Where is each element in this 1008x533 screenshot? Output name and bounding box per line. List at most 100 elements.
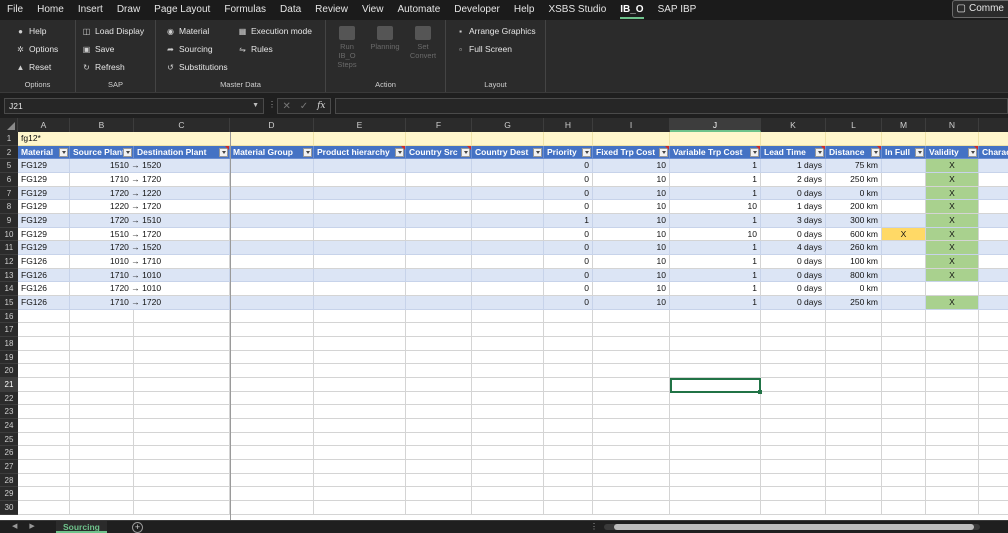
cell[interactable] [926, 391, 979, 406]
table-header-material-group[interactable]: Material Group [230, 145, 314, 160]
variable-trp-cost-cell[interactable]: 1 [670, 186, 761, 201]
cell[interactable] [826, 378, 882, 392]
cell[interactable] [406, 159, 472, 173]
cell[interactable] [926, 432, 979, 447]
cell[interactable] [314, 214, 406, 228]
cell[interactable] [406, 337, 472, 351]
cell[interactable] [70, 473, 134, 488]
cell[interactable] [979, 255, 1008, 269]
variable-trp-cost-cell[interactable]: 10 [670, 200, 761, 214]
cell[interactable] [979, 378, 1008, 392]
cell[interactable] [670, 323, 761, 338]
load-display-button[interactable]: ◫ Load Display [82, 26, 144, 36]
cell[interactable] [134, 460, 230, 474]
cell[interactable] [230, 323, 314, 338]
validity-cell[interactable]: X [926, 200, 979, 214]
cell[interactable] [472, 446, 544, 461]
cell[interactable] [314, 487, 406, 502]
cell[interactable] [230, 446, 314, 461]
row-header-5[interactable]: 5 [0, 159, 18, 173]
material-cell[interactable]: FG126 [18, 268, 70, 283]
cell[interactable] [230, 337, 314, 351]
cell[interactable] [882, 487, 926, 502]
row-header-24[interactable]: 24 [0, 419, 18, 433]
cell[interactable] [544, 405, 593, 420]
row-header-30[interactable]: 30 [0, 501, 18, 515]
cell[interactable] [926, 473, 979, 488]
cell[interactable] [926, 132, 979, 146]
substitutions-button[interactable]: ↺ Substitutions [166, 62, 228, 72]
distance-cell[interactable]: 250 km [826, 296, 882, 310]
priority-cell[interactable]: 0 [544, 227, 593, 242]
row-header-25[interactable]: 25 [0, 432, 18, 447]
cell[interactable] [230, 173, 314, 187]
cell[interactable] [406, 214, 472, 228]
cell[interactable] [826, 132, 882, 146]
cell[interactable] [406, 200, 472, 214]
cell[interactable] [406, 241, 472, 256]
column-header-e[interactable]: E [314, 118, 406, 132]
cell[interactable] [472, 323, 544, 338]
cell[interactable] [230, 268, 314, 283]
cell[interactable] [18, 501, 70, 515]
cell[interactable] [979, 460, 1008, 474]
cell[interactable] [544, 446, 593, 461]
distance-cell[interactable]: 0 km [826, 186, 882, 201]
save-button[interactable]: ▣ Save [82, 44, 115, 54]
cell[interactable] [926, 309, 979, 324]
cell[interactable] [472, 173, 544, 187]
options-button[interactable]: ✲ Options [16, 44, 58, 54]
cell[interactable] [882, 460, 926, 474]
cell[interactable] [134, 419, 230, 433]
cell[interactable] [230, 460, 314, 474]
cell[interactable] [230, 227, 314, 242]
cell[interactable] [472, 227, 544, 242]
cell[interactable] [926, 323, 979, 338]
reset-button[interactable]: ▲ Reset [16, 62, 52, 72]
cell[interactable] [230, 241, 314, 256]
cell[interactable] [882, 337, 926, 351]
cell[interactable] [826, 501, 882, 515]
cell[interactable] [314, 241, 406, 256]
variable-trp-cost-cell[interactable]: 1 [670, 255, 761, 269]
cell[interactable] [472, 487, 544, 502]
cell[interactable] [70, 501, 134, 515]
cell[interactable] [593, 132, 670, 146]
menu-tab-automate[interactable]: Automate [390, 0, 447, 20]
cell[interactable] [826, 432, 882, 447]
table-header-source-plant[interactable]: Source Plant [70, 145, 134, 160]
cell[interactable] [670, 460, 761, 474]
cell[interactable] [70, 378, 134, 392]
cell[interactable] [406, 132, 472, 146]
table-header-priority[interactable]: Priority [544, 145, 593, 160]
cell[interactable] [544, 323, 593, 338]
execution-mode-button[interactable]: ▦ Execution mode [238, 26, 312, 36]
fixed-trp-cost-cell[interactable]: 10 [593, 282, 670, 297]
cell[interactable] [593, 460, 670, 474]
priority-cell[interactable]: 0 [544, 282, 593, 297]
cell[interactable] [18, 446, 70, 461]
more-icon[interactable]: ⋮ [268, 100, 276, 109]
cell[interactable] [761, 378, 826, 392]
cell[interactable] [544, 419, 593, 433]
cell[interactable] [593, 378, 670, 392]
cell[interactable] [230, 296, 314, 310]
column-header-f[interactable]: F [406, 118, 472, 132]
column-header-h[interactable]: H [544, 118, 593, 132]
cell[interactable] [314, 337, 406, 351]
row-header-13[interactable]: 13 [0, 268, 18, 283]
cell[interactable] [314, 364, 406, 379]
lead-time-cell[interactable]: 1 days [761, 200, 826, 214]
row-header-14[interactable]: 14 [0, 282, 18, 297]
cell[interactable] [761, 460, 826, 474]
cell[interactable] [70, 446, 134, 461]
cell[interactable] [670, 350, 761, 365]
cell[interactable] [70, 323, 134, 338]
scrollbar-thumb[interactable] [614, 524, 974, 530]
cell[interactable] [70, 364, 134, 379]
cell[interactable] [593, 446, 670, 461]
cell[interactable] [979, 282, 1008, 297]
row-header-26[interactable]: 26 [0, 446, 18, 461]
cell[interactable] [979, 364, 1008, 379]
cell[interactable] [230, 419, 314, 433]
